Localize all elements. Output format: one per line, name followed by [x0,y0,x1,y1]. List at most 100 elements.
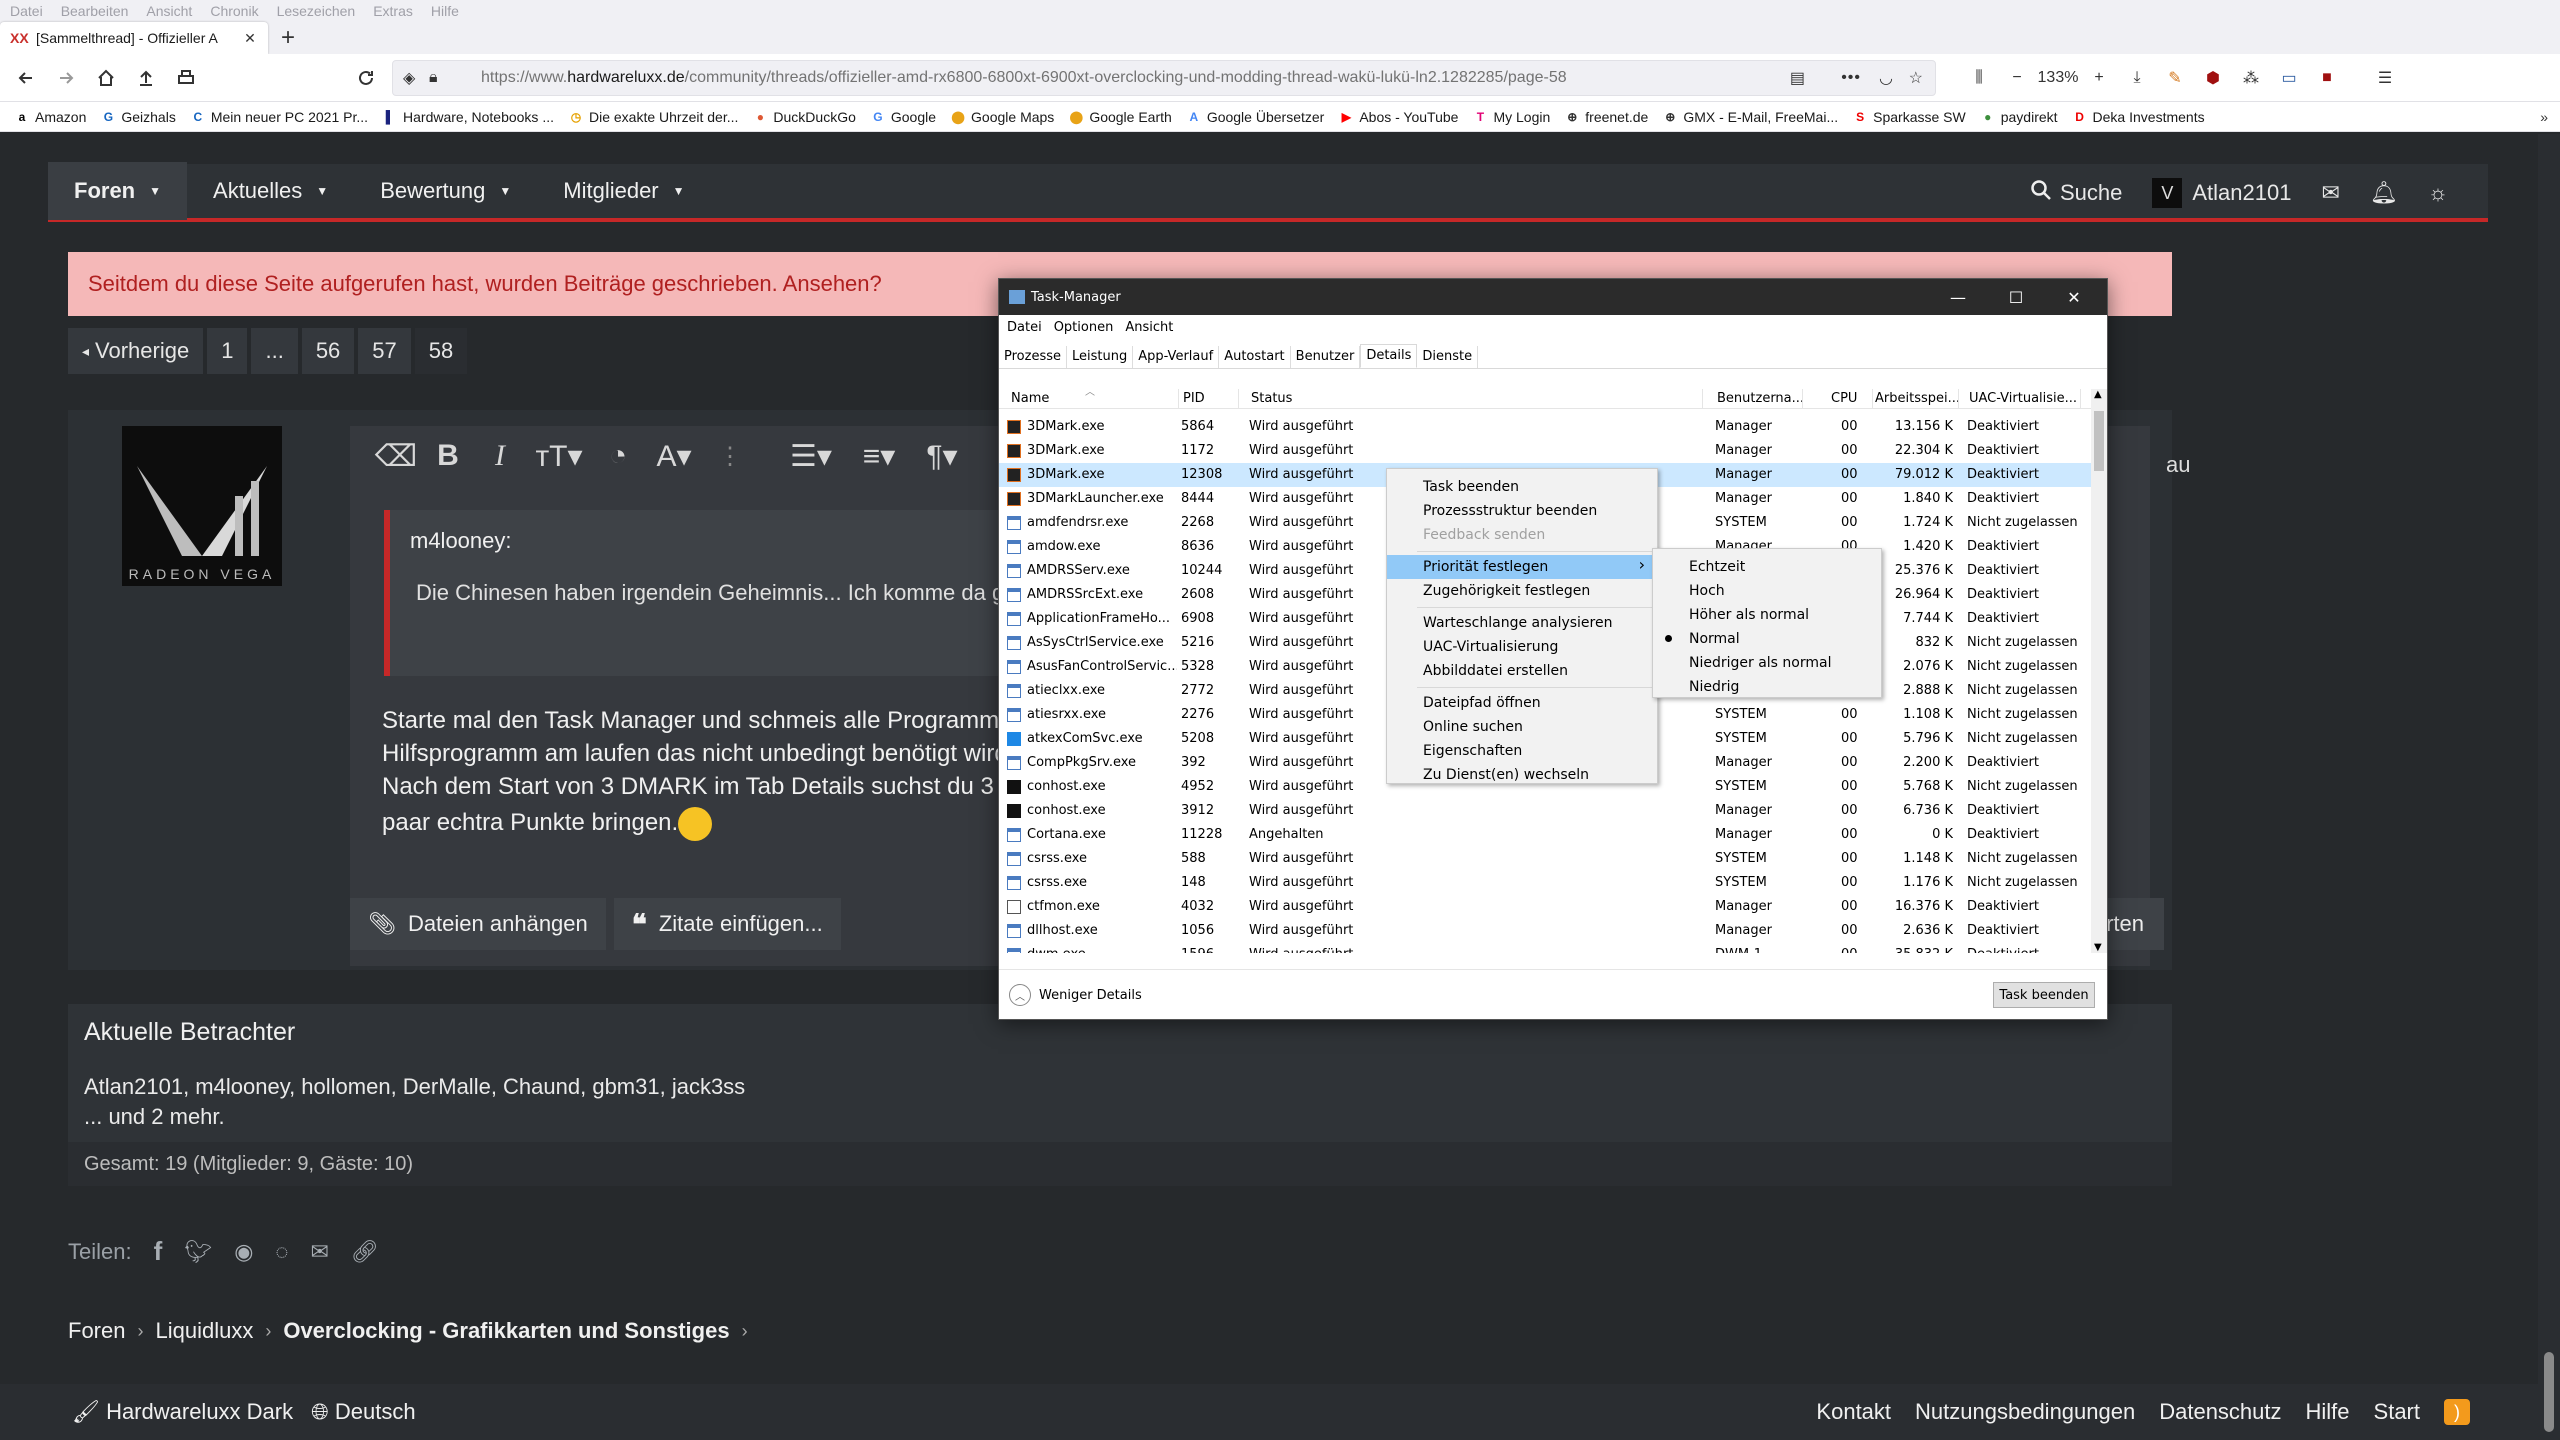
twitter-icon[interactable]: 🐦︎ [184,1239,212,1265]
font-icon[interactable]: A▾ [644,439,704,474]
browser-menu-lesezeichen[interactable]: Lesezeichen [277,3,356,19]
menu-optionen[interactable]: Optionen [1054,320,1114,335]
bell-icon[interactable]: 🔔︎ [2370,180,2398,206]
search-button[interactable]: Suche [2030,179,2122,207]
library-icon[interactable]: ⫼ [1960,58,1998,98]
maximize-icon[interactable]: ☐ [1987,279,2045,315]
bookmark-item[interactable]: G Geizhals [100,109,176,125]
bookmark-item[interactable]: D Deka Investments [2072,109,2204,125]
reddit-icon[interactable]: ◉ [234,1239,253,1265]
zoom-in-icon[interactable]: + [2080,58,2118,98]
reader-view-icon[interactable]: ▤ [1790,68,1805,88]
nav-mitglieder[interactable]: Mitglieder ▼ [537,162,710,220]
bookmark-item[interactable]: ⊕ GMX - E-Mail, FreeMai... [1662,109,1838,125]
whatsapp-icon[interactable]: ◌ [275,1239,288,1265]
context-item-zu-dienst-en-wechseln[interactable]: Zu Dienst(en) wechseln [1387,763,1657,787]
bookmark-star-icon[interactable]: ☆ [1909,68,1923,88]
back-icon[interactable] [6,58,46,98]
tab-leistung[interactable]: Leistung [1067,346,1134,368]
context-item-online-suchen[interactable]: Online suchen [1387,715,1657,739]
priority-item-normal[interactable]: Normal [1653,627,1881,651]
insert-quotes-button[interactable]: ❝ Zitate einfügen... [613,898,841,950]
priority-item-echtzeit[interactable]: Echtzeit [1653,555,1881,579]
process-table-scrollbar[interactable]: ▲ ▼ [2091,389,2107,953]
bookmark-item[interactable]: G Google [870,109,936,125]
footer-hilfe[interactable]: Hilfe [2306,1399,2350,1425]
column-memory[interactable]: Arbeitsspei... [1871,389,1959,409]
browser-menu-hilfe[interactable]: Hilfe [431,3,459,19]
paragraph-icon[interactable]: ¶▾ [912,439,972,474]
shield-icon[interactable]: ◈ [403,68,415,88]
language-chooser[interactable]: 🌐︎ Deutsch [311,1399,415,1425]
context-item-uac-virtualisierung[interactable]: UAC-Virtualisierung [1387,635,1657,659]
eraser-icon[interactable]: ⌫ [370,439,422,474]
forward-icon[interactable] [46,58,86,98]
bookmark-item[interactable]: ● paydirekt [1980,109,2057,125]
priority-item-hoch[interactable]: Hoch [1653,579,1881,603]
more-icon[interactable]: ⋮ [704,442,756,471]
zoom-out-icon[interactable]: − [1998,58,2036,98]
ublock-icon[interactable]: ⬢ [2194,58,2232,98]
tab-prozesse[interactable]: Prozesse [999,346,1067,368]
download-icon[interactable]: ⤓ [2118,58,2156,98]
facebook-icon[interactable]: f [154,1236,163,1267]
process-scrollbar-thumb[interactable] [2094,411,2104,471]
extension-box-icon[interactable]: ■ [2308,58,2346,98]
address-bar[interactable]: ◈ 🔒︎ https://www. hardwareluxx.de/communi… [392,60,1936,96]
table-row[interactable]: Cortana.exe 11228 Angehalten Manager 00 0 K De… [999,823,2091,847]
tab-dienste[interactable]: Dienste [1417,346,1479,368]
breadcrumb-overclocking[interactable]: Overclocking - Grafikkarten und Sonstige… [283,1318,729,1344]
bookmark-item[interactable]: ▌ Hardware, Notebooks ... [382,109,554,125]
home-icon[interactable] [86,58,126,98]
bookmark-item[interactable]: ◷ Die exakte Uhrzeit der... [568,109,739,125]
bookmark-item[interactable]: T My Login [1472,109,1550,125]
priority-item-niedrig[interactable]: Niedrig [1653,675,1881,699]
scroll-down-icon[interactable]: ▼ [2094,942,2102,953]
context-item-warteschlange-analysieren[interactable]: Warteschlange analysieren [1387,611,1657,635]
browser-menu-bearbeiten[interactable]: Bearbeiten [61,3,129,19]
page-scrollbar[interactable] [2538,134,2560,1440]
page-57[interactable]: 57 [358,328,411,374]
minimize-icon[interactable]: — [1929,279,1987,315]
zoom-level[interactable]: 133% [2036,69,2080,87]
fewer-details-button[interactable]: ︿ Weniger Details [1009,984,1142,1006]
context-item-abbilddatei-erstellen[interactable]: Abbilddatei erstellen [1387,659,1657,683]
context-item-dateipfad-öffnen[interactable]: Dateipfad öffnen [1387,691,1657,715]
column-status[interactable]: Status [1247,389,1703,409]
align-icon[interactable]: ≡▾ [846,439,912,474]
more-bookmarks-icon[interactable]: » [2540,109,2548,125]
user-avatar-large[interactable]: RADEON VEGA [122,426,282,586]
breadcrumb-liquidluxx[interactable]: Liquidluxx [155,1318,253,1344]
scrollbar-thumb[interactable] [2544,1352,2554,1432]
palette-icon[interactable]: ◔ [592,439,644,473]
table-row[interactable]: 3DMark.exe 5864 Wird ausgeführt Manager 00 13… [999,415,2091,439]
bookmark-item[interactable]: ⬤ Google Earth [1068,109,1172,125]
nav-aktuelles[interactable]: Aktuelles ▼ [187,162,354,220]
column-cpu[interactable]: CPU [1827,389,1873,409]
inbox-icon[interactable]: ✉ [2321,180,2339,206]
page-56[interactable]: 56 [301,328,355,374]
context-item-prozessstruktur-beenden[interactable]: Prozessstruktur beenden [1387,499,1657,523]
close-tab-icon[interactable]: ✕ [242,30,258,47]
italic-icon[interactable]: I [474,439,526,473]
priority-item-niedriger-als-normal[interactable]: Niedriger als normal [1653,651,1881,675]
priority-item-höher-als-normal[interactable]: Höher als normal [1653,603,1881,627]
table-row[interactable]: 3DMark.exe 1172 Wird ausgeführt Manager 00 22… [999,439,2091,463]
menu-datei[interactable]: Datei [1007,320,1042,335]
column-uac[interactable]: UAC-Virtualisie... [1965,389,2081,409]
task-manager-titlebar[interactable]: Task-Manager — ☐ ✕ [999,279,2107,315]
lightbulb-icon[interactable]: ☼ [2428,180,2448,206]
tab-benutzer[interactable]: Benutzer [1291,346,1361,368]
context-item-eigenschaften[interactable]: Eigenschaften [1387,739,1657,763]
new-tab-button[interactable]: + [268,22,308,54]
table-row[interactable]: dllhost.exe 1056 Wird ausgeführt Manager 00 2… [999,919,2091,943]
attach-files-button[interactable]: 📎︎ Dateien anhängen [350,898,606,950]
viewers-names[interactable]: Atlan2101, m4looney, hollomen, DerMalle,… [84,1074,745,1100]
rss-icon[interactable]: ) [2444,1399,2470,1425]
footer-start[interactable]: Start [2374,1399,2420,1425]
column-pid[interactable]: PID [1179,389,1239,409]
reload-icon[interactable] [346,58,386,98]
context-item-zugehörigkeit-festlegen[interactable]: Zugehörigkeit festlegen [1387,579,1657,603]
lock-icon[interactable]: 🔒︎ [429,69,438,87]
upload-icon[interactable] [126,58,166,98]
